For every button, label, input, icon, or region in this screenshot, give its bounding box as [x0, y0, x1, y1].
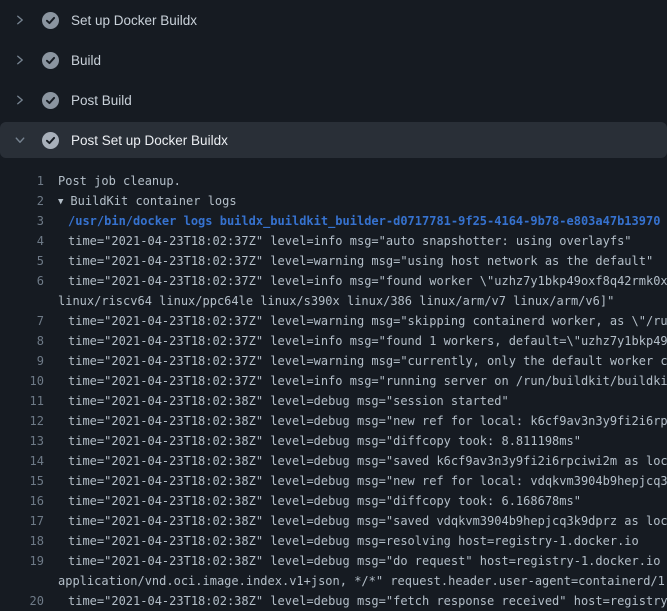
log-line: 10 time="2021-04-23T18:02:37Z" level=info…: [0, 371, 667, 391]
line-number[interactable]: 5: [0, 251, 44, 271]
line-number[interactable]: 6: [0, 271, 44, 291]
line-number[interactable]: 9: [0, 351, 44, 371]
step-label: Build: [71, 53, 101, 68]
log-text: time="2021-04-23T18:02:38Z" level=debug …: [68, 594, 667, 608]
line-number[interactable]: 3: [0, 211, 44, 231]
log-text: Post job cleanup.: [58, 174, 181, 188]
line-number[interactable]: 11: [0, 391, 44, 411]
log-line: 7 time="2021-04-23T18:02:37Z" level=warni…: [0, 311, 667, 331]
log-line: 8 time="2021-04-23T18:02:37Z" level=info …: [0, 331, 667, 351]
log-line[interactable]: 2 ▼BuildKit container logs: [0, 191, 667, 211]
check-circle-icon: [42, 92, 59, 109]
line-number[interactable]: 12: [0, 411, 44, 431]
log-text: application/vnd.oci.image.index.v1+json,…: [58, 574, 667, 588]
line-number[interactable]: 16: [0, 491, 44, 511]
actions-log-viewer: { "colors": { "background": "#161b22", "…: [0, 0, 667, 600]
line-number[interactable]: 14: [0, 451, 44, 471]
line-number[interactable]: 17: [0, 511, 44, 531]
log-line: 13 time="2021-04-23T18:02:38Z" level=debu…: [0, 431, 667, 451]
log-text: time="2021-04-23T18:02:38Z" level=debug …: [68, 554, 667, 568]
chevron-right-icon[interactable]: [12, 12, 28, 28]
line-number[interactable]: 2: [0, 191, 44, 211]
check-circle-icon: [42, 12, 59, 29]
line-number[interactable]: 18: [0, 531, 44, 551]
log-line: 11 time="2021-04-23T18:02:38Z" level=debu…: [0, 391, 667, 411]
log-text: time="2021-04-23T18:02:38Z" level=debug …: [68, 474, 667, 488]
steps-list: Set up Docker Buildx Build Post Build Po…: [0, 0, 667, 158]
step-row-post-build[interactable]: Post Build: [0, 80, 667, 120]
line-number[interactable]: 4: [0, 231, 44, 251]
log-text: time="2021-04-23T18:02:37Z" level=info m…: [68, 334, 667, 348]
log-line: 17 time="2021-04-23T18:02:38Z" level=debu…: [0, 511, 667, 531]
line-number[interactable]: 20: [0, 591, 44, 611]
log-line: 1 Post job cleanup.: [0, 171, 667, 191]
log-text: time="2021-04-23T18:02:37Z" level=warnin…: [68, 354, 667, 368]
log-text: time="2021-04-23T18:02:37Z" level=info m…: [68, 234, 632, 248]
log-line: 20 time="2021-04-23T18:02:38Z" level=debu…: [0, 591, 667, 611]
line-number[interactable]: 8: [0, 331, 44, 351]
log-text: time="2021-04-23T18:02:37Z" level=warnin…: [68, 314, 667, 328]
log-line: 9 time="2021-04-23T18:02:37Z" level=warni…: [0, 351, 667, 371]
log-text: time="2021-04-23T18:02:38Z" level=debug …: [68, 514, 667, 528]
step-row-post-set-up-docker-buildx[interactable]: Post Set up Docker Buildx: [0, 122, 667, 158]
step-label: Post Set up Docker Buildx: [71, 133, 228, 148]
log-line: linux/riscv64 linux/ppc64le linux/s390x …: [0, 291, 667, 311]
step-label: Post Build: [71, 93, 132, 108]
log-text: time="2021-04-23T18:02:38Z" level=debug …: [68, 454, 667, 468]
step-row-set-up-docker-buildx[interactable]: Set up Docker Buildx: [0, 0, 667, 40]
log-text: time="2021-04-23T18:02:38Z" level=debug …: [68, 534, 639, 548]
log-line: 4 time="2021-04-23T18:02:37Z" level=info …: [0, 231, 667, 251]
chevron-right-icon[interactable]: [12, 92, 28, 108]
log-text: time="2021-04-23T18:02:37Z" level=info m…: [68, 374, 667, 388]
triangle-down-icon[interactable]: ▼: [58, 192, 63, 211]
log-line: 3/usr/bin/docker logs buildx_buildkit_bu…: [0, 211, 667, 231]
chevron-right-icon[interactable]: [12, 52, 28, 68]
log-line: application/vnd.oci.image.index.v1+json,…: [0, 571, 667, 591]
log-line: 19 time="2021-04-23T18:02:38Z" level=debu…: [0, 551, 667, 571]
log-line: 5 time="2021-04-23T18:02:37Z" level=warni…: [0, 251, 667, 271]
log-line: 12 time="2021-04-23T18:02:38Z" level=debu…: [0, 411, 667, 431]
log-text: time="2021-04-23T18:02:38Z" level=debug …: [68, 434, 581, 448]
log-text: time="2021-04-23T18:02:37Z" level=warnin…: [68, 254, 653, 268]
log-line: 18 time="2021-04-23T18:02:38Z" level=debu…: [0, 531, 667, 551]
step-label: Set up Docker Buildx: [71, 13, 197, 28]
chevron-down-icon[interactable]: [12, 132, 28, 148]
log-text: time="2021-04-23T18:02:38Z" level=debug …: [68, 414, 667, 428]
log-line: 14 time="2021-04-23T18:02:38Z" level=debu…: [0, 451, 667, 471]
log-text: time="2021-04-23T18:02:38Z" level=debug …: [68, 494, 581, 508]
check-circle-icon: [42, 52, 59, 69]
log-text: ▼BuildKit container logs: [58, 194, 237, 208]
step-row-build[interactable]: Build: [0, 40, 667, 80]
log-line: 15 time="2021-04-23T18:02:38Z" level=debu…: [0, 471, 667, 491]
line-number[interactable]: 15: [0, 471, 44, 491]
log-line: 16 time="2021-04-23T18:02:38Z" level=debu…: [0, 491, 667, 511]
log-area: 1 Post job cleanup. 2 ▼BuildKit container l…: [0, 158, 667, 611]
line-number[interactable]: 19: [0, 551, 44, 571]
log-text: linux/riscv64 linux/ppc64le linux/s390x …: [58, 294, 614, 308]
check-circle-icon: [42, 132, 59, 149]
log-text: time="2021-04-23T18:02:38Z" level=debug …: [68, 394, 509, 408]
line-number[interactable]: 7: [0, 311, 44, 331]
log-line: 6 time="2021-04-23T18:02:37Z" level=info …: [0, 271, 667, 291]
log-text: time="2021-04-23T18:02:37Z" level=info m…: [68, 274, 667, 288]
log-command-text: /usr/bin/docker logs buildx_buildkit_bui…: [68, 214, 660, 228]
line-number[interactable]: 13: [0, 431, 44, 451]
line-number[interactable]: 1: [0, 171, 44, 191]
line-number[interactable]: 10: [0, 371, 44, 391]
